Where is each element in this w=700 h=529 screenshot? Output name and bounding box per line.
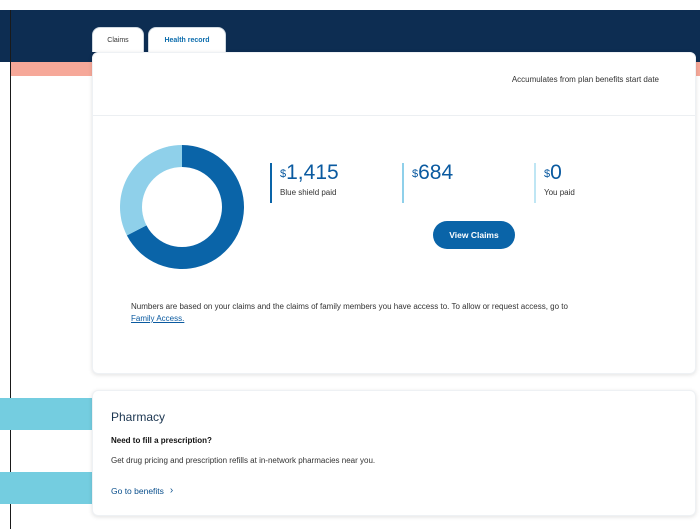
chevron-right-icon: › — [169, 485, 174, 496]
pharmacy-card — [92, 390, 696, 516]
stat-amount: $1,415 — [280, 161, 339, 184]
tab-health-record[interactable]: Health record — [148, 27, 226, 52]
pharmacy-title: Pharmacy — [111, 410, 166, 424]
stat-bar — [270, 163, 272, 203]
go-to-benefits-link[interactable]: Go to benefits › — [111, 485, 173, 496]
stat-label: Blue shield paid — [280, 188, 337, 197]
claims-card: Accumulates from plan benefits start dat… — [92, 52, 696, 374]
stat-label: You paid — [544, 188, 575, 197]
note-text: Numbers are based on your claims and the… — [131, 302, 568, 311]
family-access-link[interactable]: Family Access. — [131, 314, 184, 323]
go-to-benefits-label: Go to benefits — [111, 485, 164, 496]
card-divider — [93, 115, 695, 116]
stat-you-paid: $0 You paid — [534, 161, 575, 203]
stat-amount: $684 — [412, 161, 454, 184]
stat-second: $684 — [402, 161, 454, 203]
pharmacy-question: Need to fill a prescription? — [111, 436, 212, 445]
tab-claims[interactable]: Claims — [92, 27, 144, 52]
stat-bar — [402, 163, 404, 203]
stat-amount: $0 — [544, 161, 562, 184]
claims-donut-chart — [120, 145, 244, 269]
pharmacy-description: Get drug pricing and prescription refill… — [111, 456, 376, 465]
family-access-note: Numbers are based on your claims and the… — [131, 301, 671, 325]
view-claims-button[interactable]: View Claims — [433, 221, 515, 249]
left-border — [10, 10, 11, 529]
accumulates-note: Accumulates from plan benefits start dat… — [511, 75, 659, 84]
stat-blue-shield-paid: $1,415 Blue shield paid — [270, 161, 339, 203]
stat-bar — [534, 163, 536, 203]
